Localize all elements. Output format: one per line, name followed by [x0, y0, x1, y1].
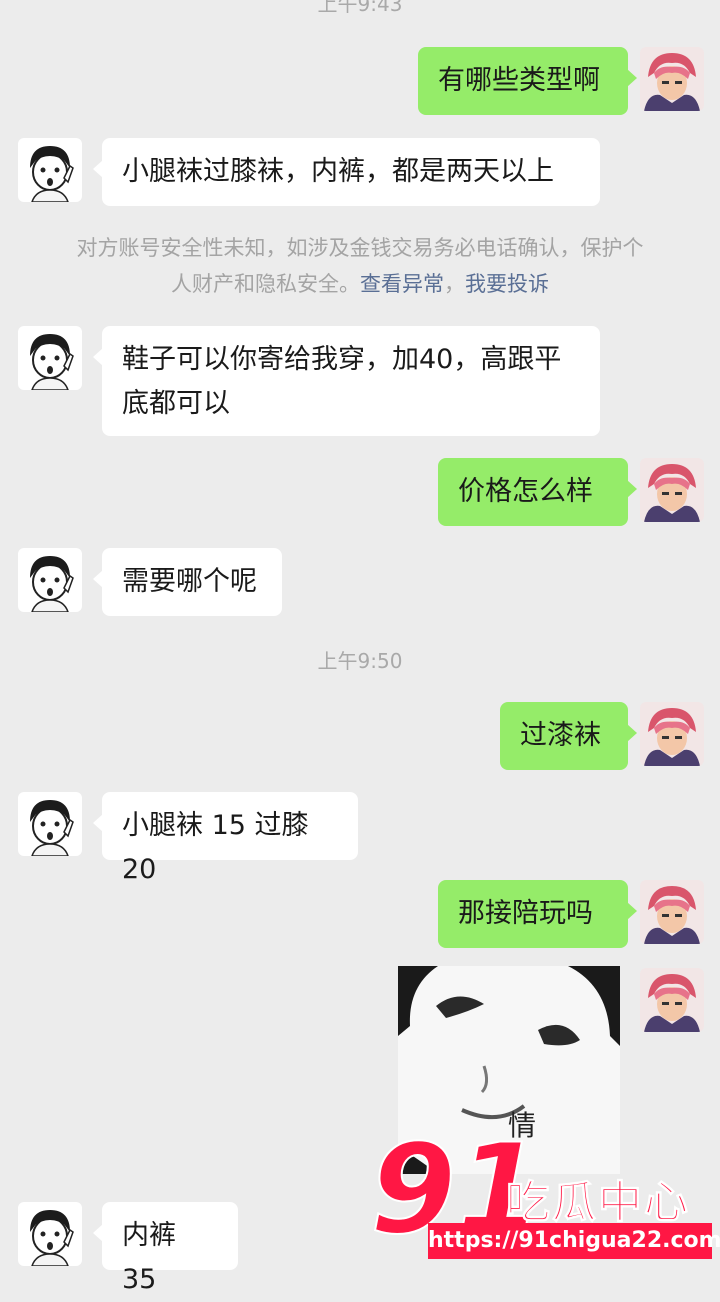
- security-notice-line: 人财产和隐私安全。查看异常，我要投诉: [40, 266, 680, 302]
- message-bubble[interactable]: 那接陪玩吗: [438, 880, 637, 948]
- security-notice-line: 对方账号安全性未知，如涉及金钱交易务必电话确认，保护个: [76, 236, 644, 260]
- cartoon-girl-avatar-icon: [18, 1202, 82, 1266]
- my-avatar[interactable]: [640, 458, 704, 522]
- anime-character-avatar-icon: [640, 880, 704, 944]
- security-notice-text: 人财产和隐私安全。: [171, 272, 360, 296]
- anime-character-avatar-icon: [640, 702, 704, 766]
- cartoon-girl-avatar-icon: [18, 138, 82, 202]
- message-bubble[interactable]: 需要哪个呢: [93, 548, 282, 616]
- contact-avatar[interactable]: [18, 548, 82, 612]
- anime-character-avatar-icon: [640, 968, 704, 1032]
- contact-avatar[interactable]: [18, 138, 82, 202]
- security-notice: 对方账号安全性未知，如涉及金钱交易务必电话确认，保护个 人财产和隐私安全。查看异…: [40, 230, 680, 302]
- cartoon-girl-avatar-icon: [18, 792, 82, 856]
- message-line: 鞋子可以你寄给我穿，加40，高跟平: [122, 344, 562, 375]
- view-anomaly-link[interactable]: 查看异常: [360, 272, 444, 296]
- anime-character-avatar-icon: [640, 47, 704, 111]
- message-bubble[interactable]: 价格怎么样: [438, 458, 637, 526]
- message-bubble[interactable]: 过漆袜: [500, 702, 637, 770]
- message-bubble[interactable]: 鞋子可以你寄给我穿，加40，高跟平 底都可以: [93, 326, 600, 436]
- timestamp: 上午9:43: [317, 0, 403, 16]
- my-avatar[interactable]: [640, 47, 704, 111]
- watermark-url: https://91chigua22.com: [428, 1223, 720, 1259]
- contact-avatar[interactable]: [18, 792, 82, 856]
- message-bubble[interactable]: 小腿袜过膝袜，内裤，都是两天以上: [93, 138, 600, 206]
- cartoon-girl-avatar-icon: [18, 326, 82, 390]
- my-avatar[interactable]: [640, 880, 704, 944]
- message-bubble[interactable]: 有哪些类型啊: [418, 47, 637, 115]
- message-bubble[interactable]: 内裤 35: [93, 1202, 238, 1295]
- my-avatar[interactable]: [640, 968, 704, 1032]
- message-line: 底都可以: [122, 388, 230, 419]
- anime-character-avatar-icon: [640, 458, 704, 522]
- contact-avatar[interactable]: [18, 326, 82, 390]
- separator: ，: [444, 272, 465, 296]
- watermark-logo-name: 吃瓜中心: [506, 1177, 690, 1229]
- contact-avatar[interactable]: [18, 1202, 82, 1266]
- message-bubble[interactable]: 小腿袜 15 过膝 20: [93, 792, 358, 885]
- report-link[interactable]: 我要投诉: [465, 272, 549, 296]
- timestamp: 上午9:50: [317, 649, 403, 673]
- my-avatar[interactable]: [640, 702, 704, 766]
- cartoon-girl-avatar-icon: [18, 548, 82, 612]
